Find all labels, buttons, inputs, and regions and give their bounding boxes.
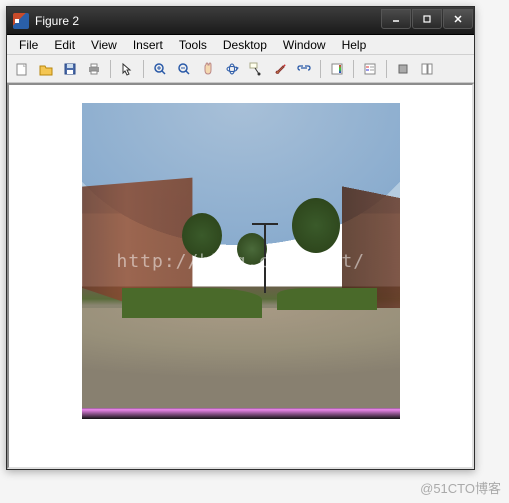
menu-help[interactable]: Help (334, 36, 375, 54)
menu-desktop[interactable]: Desktop (215, 36, 275, 54)
toolbar-separator (353, 60, 354, 78)
link-button[interactable] (293, 58, 315, 80)
hide-tools-icon (396, 62, 410, 76)
menubar: File Edit View Insert Tools Desktop Wind… (7, 35, 474, 55)
arrow-icon (120, 62, 134, 76)
hide-plot-tools-button[interactable] (392, 58, 414, 80)
window-title: Figure 2 (35, 14, 381, 28)
zoom-in-icon (153, 62, 167, 76)
scene-path (82, 308, 400, 408)
brush-button[interactable] (269, 58, 291, 80)
menu-file[interactable]: File (11, 36, 46, 54)
toolbar-separator (110, 60, 111, 78)
figure-canvas-area: http://blog.csdn.net/ (7, 83, 474, 469)
new-figure-button[interactable] (11, 58, 33, 80)
new-figure-icon (15, 62, 29, 76)
zoom-in-button[interactable] (149, 58, 171, 80)
insert-legend-button[interactable] (359, 58, 381, 80)
pan-icon (201, 62, 215, 76)
close-button[interactable] (443, 9, 473, 29)
edit-plot-button[interactable] (116, 58, 138, 80)
open-icon (39, 62, 53, 76)
matlab-icon (13, 13, 29, 29)
pan-button[interactable] (197, 58, 219, 80)
print-icon (87, 62, 101, 76)
rotate3d-button[interactable] (221, 58, 243, 80)
menu-tools[interactable]: Tools (171, 36, 215, 54)
scene-grass (122, 288, 262, 318)
rotate3d-icon (225, 62, 239, 76)
data-cursor-button[interactable] (245, 58, 267, 80)
save-button[interactable] (59, 58, 81, 80)
zoom-out-button[interactable] (173, 58, 195, 80)
toolbar-separator (143, 60, 144, 78)
toolbar-separator (320, 60, 321, 78)
minimize-button[interactable] (381, 9, 411, 29)
scene-grass (277, 288, 377, 310)
zoom-out-icon (177, 62, 191, 76)
show-plot-tools-button[interactable] (416, 58, 438, 80)
colorbar-icon (330, 62, 344, 76)
window-controls (381, 7, 474, 34)
insert-colorbar-button[interactable] (326, 58, 348, 80)
menu-view[interactable]: View (83, 36, 125, 54)
menu-edit[interactable]: Edit (46, 36, 83, 54)
open-button[interactable] (35, 58, 57, 80)
toolbar-separator (386, 60, 387, 78)
brush-icon (273, 62, 287, 76)
legend-icon (363, 62, 377, 76)
page-credit: @51CTO博客 (420, 478, 501, 497)
print-button[interactable] (83, 58, 105, 80)
scene-tree (292, 198, 340, 253)
image-watermark: http://blog.csdn.net/ (117, 251, 366, 272)
menu-insert[interactable]: Insert (125, 36, 171, 54)
maximize-button[interactable] (412, 9, 442, 29)
toolbar (7, 55, 474, 83)
show-tools-icon (420, 62, 434, 76)
figure-window: Figure 2 File Edit View Insert Tools Des… (6, 6, 475, 470)
data-cursor-icon (249, 62, 263, 76)
menu-window[interactable]: Window (275, 36, 334, 54)
figure-image[interactable]: http://blog.csdn.net/ (82, 103, 400, 419)
save-icon (63, 62, 77, 76)
link-icon (297, 62, 311, 76)
titlebar[interactable]: Figure 2 (7, 7, 474, 35)
